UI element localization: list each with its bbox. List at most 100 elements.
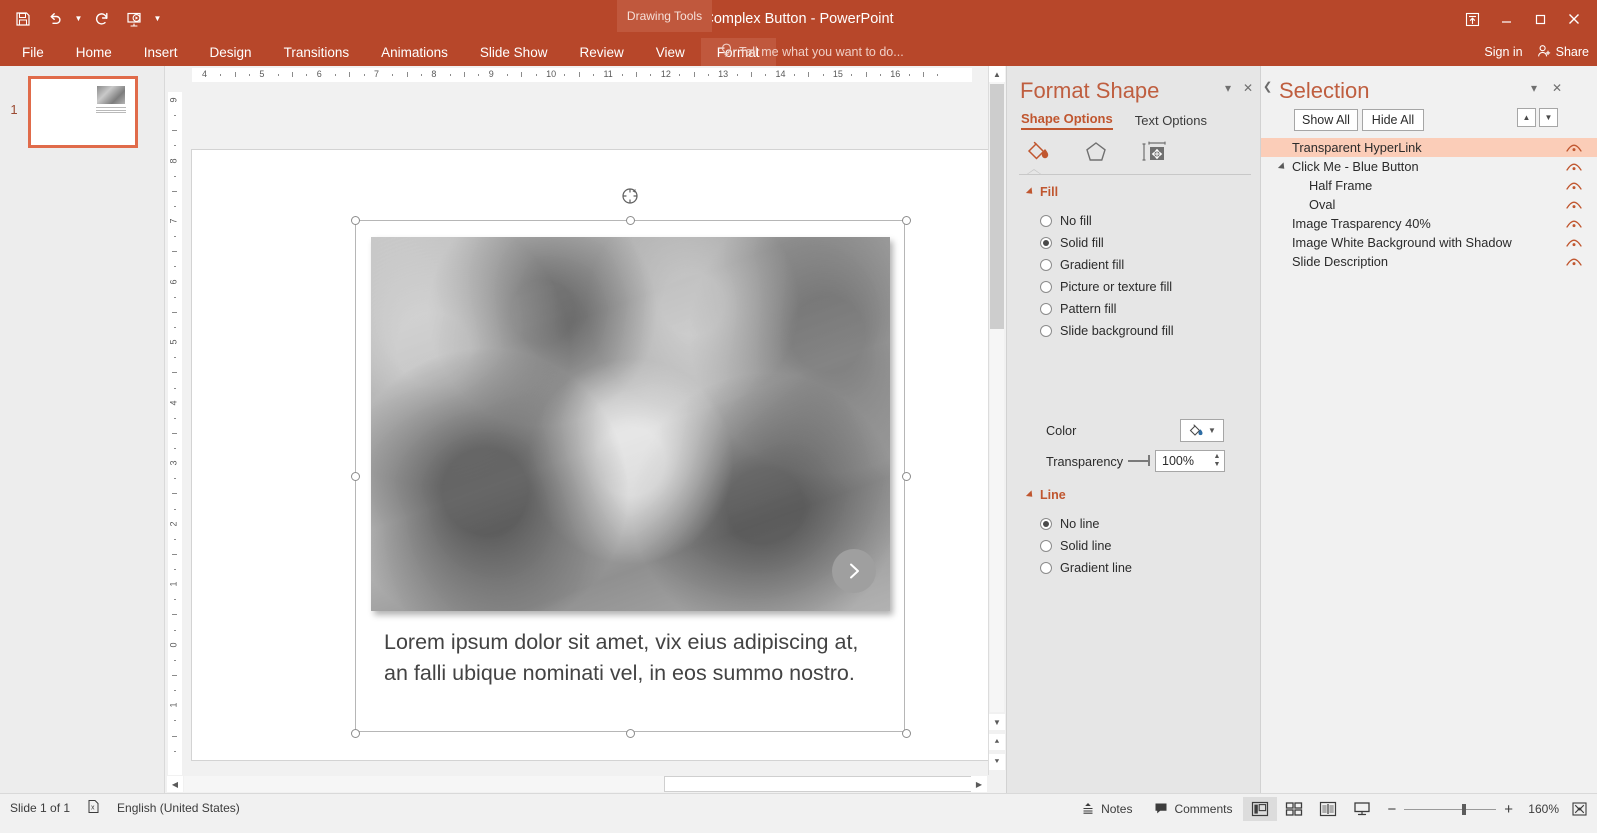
zoom-level-label[interactable]: 160% [1521, 802, 1559, 816]
tab-transitions[interactable]: Transitions [268, 38, 366, 66]
click-me-blue-button[interactable] [832, 549, 876, 593]
tab-review[interactable]: Review [563, 38, 639, 66]
vscroll-thumb[interactable] [990, 84, 1004, 329]
language-indicator[interactable]: English (United States) [117, 801, 240, 815]
fill-and-line-icon[interactable] [1023, 139, 1053, 165]
visibility-eye-icon[interactable] [1566, 237, 1580, 248]
sign-in-link[interactable]: Sign in [1484, 45, 1522, 59]
selection-item-image-transparency-40[interactable]: Image Trasparency 40% [1261, 214, 1597, 233]
fill-option-solid-fill[interactable]: Solid fill [1040, 236, 1104, 250]
scroll-up-button[interactable]: ▲ [989, 66, 1005, 82]
transparency-value[interactable]: 100% [1156, 454, 1210, 468]
fill-option-gradient-fill[interactable]: Gradient fill [1040, 258, 1124, 272]
visibility-eye-icon[interactable] [1566, 142, 1580, 153]
canvas-vertical-scrollbar[interactable]: ▲ ▼ ⯅ ⯆ [988, 66, 1004, 775]
slide-counter[interactable]: Slide 1 of 1 [10, 801, 70, 815]
selected-shape-bounds[interactable]: Lorem ipsum dolor sit amet, vix eius adi… [355, 220, 905, 732]
minimize-icon[interactable] [1489, 4, 1523, 34]
visibility-eye-icon[interactable] [1566, 256, 1580, 267]
crowd-photo[interactable] [371, 237, 890, 611]
thumbnail-item[interactable]: 1 [0, 76, 165, 156]
fill-collapse-icon[interactable] [1026, 187, 1035, 196]
zoom-out-button[interactable]: − [1387, 801, 1396, 818]
restore-icon[interactable] [1523, 4, 1557, 34]
close-icon[interactable] [1557, 4, 1591, 34]
radio-solid-line[interactable] [1040, 540, 1052, 552]
visibility-eye-icon[interactable] [1566, 199, 1580, 210]
slide-surface[interactable]: Lorem ipsum dolor sit amet, vix eius adi… [192, 150, 988, 760]
hscroll-thumb[interactable] [664, 776, 980, 792]
vertical-ruler[interactable]: 98765432101 [166, 84, 184, 793]
tab-file[interactable]: File [6, 38, 60, 66]
radio-gradient-fill[interactable] [1040, 259, 1052, 271]
radio-pattern-fill[interactable] [1040, 303, 1052, 315]
line-option-gradient-line[interactable]: Gradient line [1040, 561, 1132, 575]
resize-handle-s[interactable] [626, 729, 635, 738]
fill-section-header[interactable]: Fill [1028, 185, 1058, 199]
show-all-button[interactable]: Show All [1294, 109, 1358, 131]
resize-handle-w[interactable] [351, 472, 360, 481]
spinner-down-icon[interactable]: ▼ [1214, 461, 1221, 469]
scroll-down-button[interactable]: ▼ [989, 714, 1005, 730]
scroll-left-button[interactable]: ◀ [167, 776, 183, 792]
resize-handle-se[interactable] [902, 729, 911, 738]
canvas-horizontal-scrollbar[interactable]: ◀ ▶ [166, 775, 988, 793]
transparency-spinner-arrows[interactable]: ▲ ▼ [1210, 451, 1224, 471]
previous-slide-button[interactable]: ⯅ [989, 734, 1005, 750]
redo-icon[interactable] [87, 4, 117, 34]
reading-view-icon[interactable] [1311, 797, 1345, 821]
tab-animations[interactable]: Animations [365, 38, 464, 66]
tab-design[interactable]: Design [194, 38, 268, 66]
subtab-shape-options[interactable]: Shape Options [1021, 111, 1113, 130]
expander-icon[interactable] [1278, 162, 1287, 171]
selection-item-click-me-blue-button[interactable]: Click Me - Blue Button [1261, 157, 1597, 176]
slide-description-text[interactable]: Lorem ipsum dolor sit amet, vix eius adi… [384, 627, 884, 688]
tab-insert[interactable]: Insert [128, 38, 194, 66]
thumbnail-preview[interactable] [28, 76, 138, 148]
transparency-slider-knob[interactable] [1148, 455, 1150, 466]
fill-color-dropdown-icon[interactable]: ▼ [1208, 426, 1216, 435]
tab-slide-show[interactable]: Slide Show [464, 38, 564, 66]
size-and-properties-icon[interactable] [1139, 139, 1169, 165]
fill-option-pattern-fill[interactable]: Pattern fill [1040, 302, 1116, 316]
resize-handle-sw[interactable] [351, 729, 360, 738]
slide-sorter-view-icon[interactable] [1277, 797, 1311, 821]
horizontal-ruler[interactable]: 45678910111213141516 [166, 66, 988, 84]
visibility-eye-icon[interactable] [1566, 218, 1580, 229]
radio-solid-fill[interactable] [1040, 237, 1052, 249]
share-button[interactable]: Share [1537, 44, 1589, 61]
start-slideshow-icon[interactable] [119, 4, 149, 34]
resize-handle-ne[interactable] [902, 216, 911, 225]
undo-dropdown-icon[interactable]: ▼ [72, 4, 85, 34]
transparency-spinner[interactable]: 100% ▲ ▼ [1155, 450, 1225, 472]
ribbon-display-options-icon[interactable] [1455, 4, 1489, 34]
resize-handle-e[interactable] [902, 472, 911, 481]
rotate-handle[interactable] [621, 187, 639, 205]
bring-forward-button[interactable]: ▲ [1517, 108, 1536, 127]
comments-button[interactable]: Comments [1143, 797, 1243, 821]
scroll-right-button[interactable]: ▶ [971, 776, 987, 792]
zoom-in-button[interactable]: + [1504, 801, 1513, 818]
fill-option-picture-fill[interactable]: Picture or texture fill [1040, 280, 1172, 294]
tell-me-search[interactable]: Tell me what you want to do... [720, 38, 904, 66]
line-collapse-icon[interactable] [1026, 490, 1035, 499]
transparency-slider-track[interactable] [1128, 460, 1150, 462]
line-section-header[interactable]: Line [1028, 488, 1066, 502]
line-option-solid-line[interactable]: Solid line [1040, 539, 1112, 553]
slide-show-view-icon[interactable] [1345, 797, 1379, 821]
fill-option-no-fill[interactable]: No fill [1040, 214, 1092, 228]
format-pane-options-icon[interactable]: ▾ [1220, 80, 1236, 96]
resize-handle-nw[interactable] [351, 216, 360, 225]
spell-check-icon[interactable]: x [86, 799, 101, 817]
zoom-slider[interactable] [1404, 809, 1496, 810]
fill-option-slide-background-fill[interactable]: Slide background fill [1040, 324, 1174, 338]
format-pane-close-icon[interactable]: ✕ [1240, 80, 1256, 96]
hide-all-button[interactable]: Hide All [1362, 109, 1424, 131]
selection-item-slide-description[interactable]: Slide Description [1261, 252, 1597, 271]
notes-button[interactable]: Notes [1070, 797, 1143, 821]
radio-gradient-line[interactable] [1040, 562, 1052, 574]
spinner-up-icon[interactable]: ▲ [1214, 453, 1221, 461]
selection-pane-close-icon[interactable]: ✕ [1549, 80, 1565, 96]
selection-item-oval[interactable]: Oval [1261, 195, 1597, 214]
radio-slide-background-fill[interactable] [1040, 325, 1052, 337]
